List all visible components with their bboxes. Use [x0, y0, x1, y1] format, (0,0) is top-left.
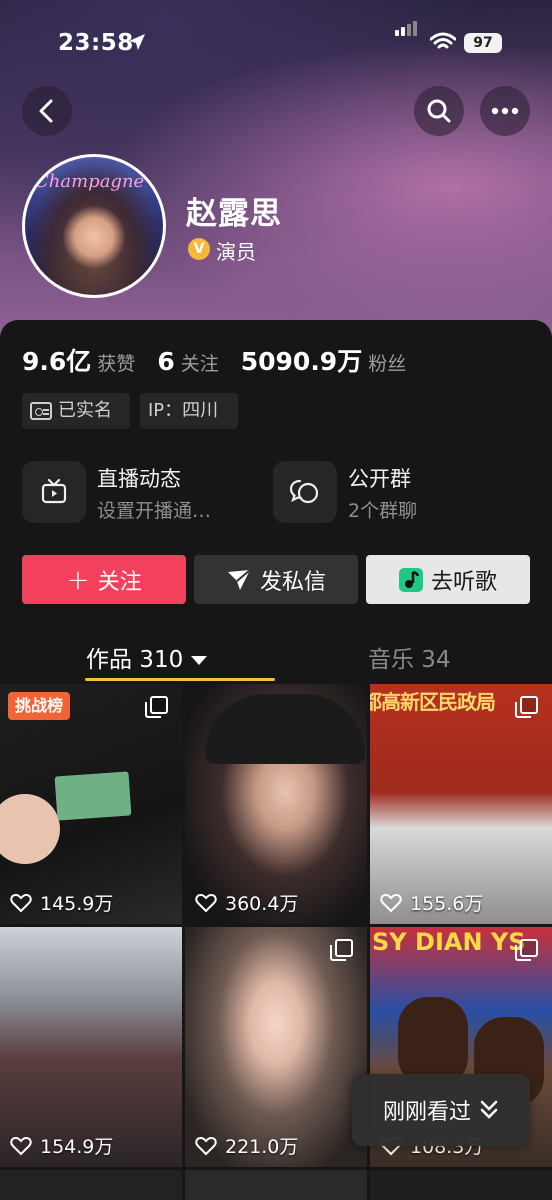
heart-icon — [380, 893, 402, 912]
battery-indicator: 97 — [464, 33, 502, 53]
tv-icon — [41, 478, 67, 504]
challenge-badge: 挑战榜 — [8, 692, 70, 720]
clock: 23:58 — [58, 30, 134, 56]
like-count: 155.6万 — [380, 889, 483, 916]
likes-label: 获赞 — [97, 353, 136, 375]
like-count: 360.4万 — [195, 889, 298, 916]
real-name-tag: 已实名 — [22, 393, 130, 429]
follow-button[interactable]: + 关注 — [22, 555, 186, 604]
video-thumbnail[interactable] — [0, 1170, 182, 1200]
send-icon — [227, 568, 251, 590]
active-tab-indicator — [85, 678, 275, 681]
heart-icon — [195, 893, 217, 912]
like-count: 145.9万 — [10, 889, 113, 916]
following-label: 关注 — [180, 353, 219, 375]
ip-location-tag: IP：四川 — [140, 393, 238, 429]
like-count-value: 154.9万 — [40, 1136, 114, 1158]
chat-icon — [289, 479, 319, 504]
group-feature-button[interactable] — [273, 461, 337, 523]
message-label: 发私信 — [259, 569, 326, 595]
profile-header: 23:58 97 Champagne 赵露思 V 演员 — [0, 0, 552, 340]
following-count[interactable]: 6 — [157, 347, 174, 376]
like-count: 221.0万 — [195, 1132, 298, 1159]
avatar-logo-text: Champagne — [35, 171, 145, 192]
plus-icon: + — [66, 563, 90, 596]
real-name-label: 已实名 — [58, 400, 112, 421]
multi-image-icon — [330, 939, 353, 961]
live-feature-subtitle: 设置开播通… — [97, 500, 212, 522]
tab-works[interactable]: 作品 310 — [86, 640, 208, 674]
avatar[interactable]: Champagne — [22, 154, 166, 298]
verification-label: 演员 — [216, 240, 256, 264]
search-icon — [427, 99, 451, 123]
tab-works-label: 作品 310 — [86, 647, 184, 673]
message-button[interactable]: 发私信 — [194, 555, 358, 604]
multi-image-icon — [515, 696, 538, 718]
caret-down-icon — [191, 656, 208, 665]
heart-icon — [10, 1136, 32, 1155]
verified-badge-icon: V — [188, 238, 210, 260]
video-thumbnail[interactable] — [185, 1170, 367, 1200]
group-feature-subtitle: 2个群聊 — [348, 500, 418, 522]
followers-label: 粉丝 — [368, 353, 407, 375]
more-dots-icon — [491, 107, 519, 115]
follow-label: 关注 — [97, 569, 142, 595]
video-thumbnail[interactable]: 221.0万 — [185, 927, 367, 1167]
live-feature-title[interactable]: 直播动态 — [97, 463, 181, 493]
music-app-icon — [398, 567, 423, 592]
hand-graphic — [0, 794, 60, 864]
wifi-icon — [430, 32, 456, 49]
more-options-button[interactable] — [480, 86, 530, 136]
cap-graphic — [205, 694, 365, 764]
like-count-value: 221.0万 — [225, 1136, 299, 1158]
likes-count[interactable]: 9.6亿 — [22, 342, 91, 378]
profile-stats: 9.6亿 获赞 6 关注 5090.9万 粉丝 — [22, 342, 428, 378]
chevron-left-icon — [39, 99, 53, 123]
video-thumbnail[interactable] — [370, 1170, 552, 1200]
sign-text: SY DIAN YS — [372, 928, 526, 956]
video-thumbnail[interactable]: 挑战榜 145.9万 — [0, 684, 182, 924]
multi-image-icon — [515, 939, 538, 961]
like-count: 154.9万 — [10, 1132, 113, 1159]
heart-icon — [10, 893, 32, 912]
group-feature-title[interactable]: 公开群 — [348, 463, 411, 493]
like-count-value: 145.9万 — [40, 893, 114, 915]
multi-image-icon — [145, 696, 168, 718]
recently-viewed-label: 刚刚看过 — [382, 1100, 471, 1125]
card-graphic — [54, 771, 132, 821]
followers-count[interactable]: 5090.9万 — [241, 342, 362, 378]
live-feature-button[interactable] — [22, 461, 86, 523]
sign-text: 都高新区民政局 — [370, 690, 496, 714]
back-button[interactable] — [22, 86, 72, 136]
tab-music[interactable]: 音乐 34 — [368, 640, 451, 674]
content-tabs: 作品 310 音乐 34 — [0, 632, 552, 682]
listen-song-label: 去听歌 — [430, 569, 497, 595]
double-chevron-down-icon — [480, 1100, 498, 1119]
video-thumbnail[interactable]: 都高新区民政局 155.6万 — [370, 684, 552, 924]
video-thumbnail[interactable]: 154.9万 — [0, 927, 182, 1167]
recently-viewed-button[interactable]: 刚刚看过 — [352, 1074, 530, 1146]
status-bar: 23:58 97 — [0, 0, 552, 86]
like-count-value: 155.6万 — [410, 893, 484, 915]
heart-icon — [195, 1136, 217, 1155]
search-button[interactable] — [414, 86, 464, 136]
location-arrow-icon — [129, 34, 145, 50]
listen-song-button[interactable]: 去听歌 — [366, 555, 530, 604]
profile-name: 赵露思 — [186, 196, 282, 232]
like-count-value: 360.4万 — [225, 893, 299, 915]
video-thumbnail[interactable]: 360.4万 — [185, 684, 367, 924]
id-card-icon — [30, 402, 52, 420]
